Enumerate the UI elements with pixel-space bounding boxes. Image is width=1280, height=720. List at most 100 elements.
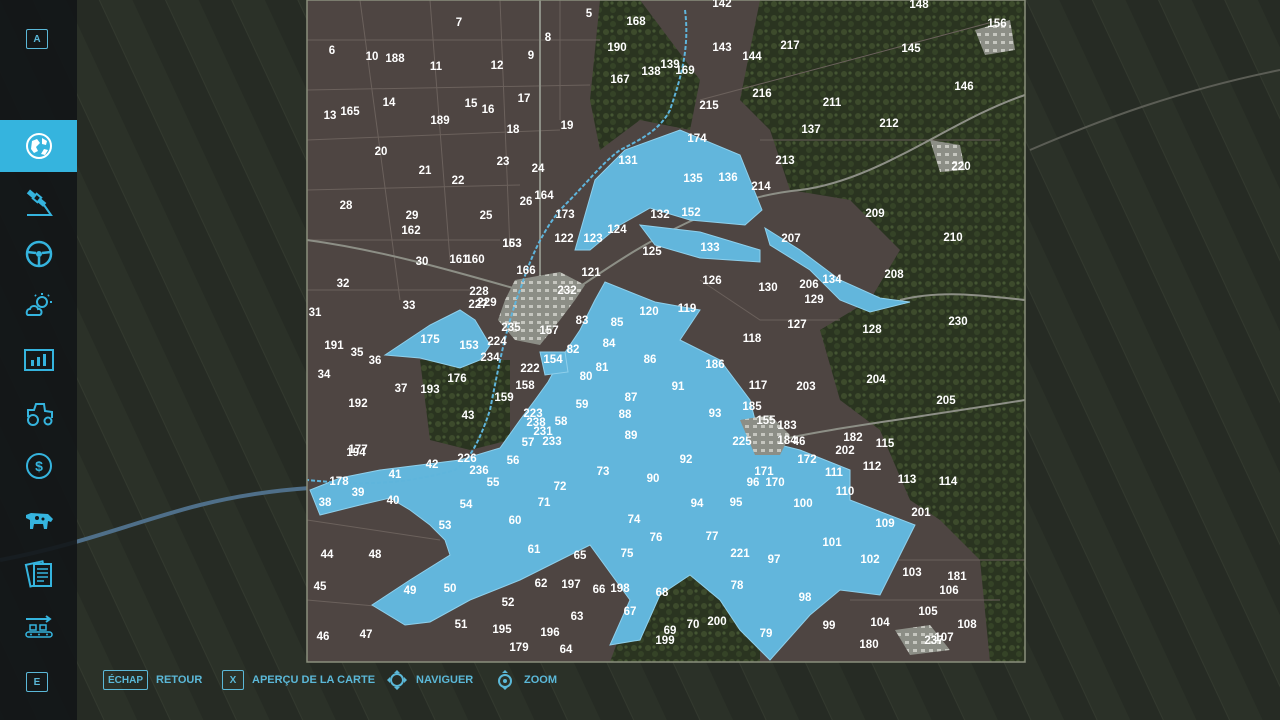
field-label-124: 124	[607, 224, 627, 236]
menu-vehicles[interactable]	[0, 228, 77, 280]
field-label-32: 32	[337, 278, 350, 290]
menu-map[interactable]	[0, 120, 77, 172]
field-label-31: 31	[309, 307, 322, 319]
escape-key-badge: ÉCHAP	[103, 670, 149, 690]
field-label-47: 47	[360, 629, 373, 641]
field-label-113: 113	[898, 474, 917, 486]
menu-finances[interactable]: $	[0, 440, 77, 492]
field-label-59: 59	[576, 399, 589, 411]
field-label-203: 203	[796, 381, 815, 393]
field-label-186: 186	[705, 359, 724, 371]
field-label-64: 64	[560, 644, 573, 656]
field-label-89: 89	[625, 430, 638, 442]
field-label-233: 233	[542, 436, 561, 448]
field-label-39: 39	[352, 487, 365, 499]
field-label-22: 22	[452, 175, 465, 187]
field-label-38: 38	[319, 497, 332, 509]
field-label-114: 114	[939, 476, 958, 488]
animals-icon	[25, 513, 53, 529]
field-label-212: 212	[879, 118, 898, 130]
satellite-icon	[26, 189, 53, 216]
field-label-225: 225	[732, 436, 752, 448]
field-label-185: 185	[742, 401, 762, 413]
field-label-127: 127	[787, 319, 806, 331]
field-label-98: 98	[799, 592, 812, 604]
field-label-166: 166	[516, 265, 535, 277]
field-label-18: 18	[507, 124, 520, 136]
field-label-26: 26	[520, 196, 533, 208]
field-label-7: 7	[456, 17, 462, 29]
field-label-137: 137	[801, 124, 820, 136]
menu-production[interactable]	[0, 602, 77, 654]
field-label-99: 99	[823, 620, 836, 632]
menu-contracts[interactable]	[0, 548, 77, 600]
field-label-103: 103	[902, 567, 921, 579]
map-overview-hint[interactable]: X APERÇU DE LA CARTE	[222, 668, 375, 692]
field-label-104: 104	[870, 617, 890, 629]
field-label-181: 181	[947, 571, 967, 583]
field-label-16: 16	[482, 104, 495, 116]
field-label-235: 235	[501, 322, 521, 334]
field-label-142: 142	[712, 0, 731, 10]
field-label-180: 180	[859, 639, 878, 651]
field-label-79: 79	[760, 628, 773, 640]
field-label-43: 43	[462, 410, 475, 422]
field-label-133: 133	[700, 242, 719, 254]
menu-animals[interactable]	[0, 494, 77, 546]
tractor-icon	[26, 403, 53, 426]
navigate-hint: NAVIGUER	[386, 668, 473, 692]
field-label-92: 92	[680, 454, 693, 466]
field-label-136: 136	[718, 172, 737, 184]
field-label-170: 170	[765, 477, 784, 489]
navigate-label: NAVIGUER	[416, 674, 474, 686]
field-label-71: 71	[538, 497, 551, 509]
field-label-12: 12	[491, 60, 504, 72]
field-label-100: 100	[793, 498, 812, 510]
field-label-174: 174	[687, 133, 707, 145]
field-label-110: 110	[836, 486, 855, 498]
field-label-211: 211	[823, 97, 842, 109]
field-label-14: 14	[383, 97, 396, 109]
field-label-159: 159	[494, 392, 513, 404]
field-label-61: 61	[528, 544, 541, 556]
field-label-78: 78	[731, 580, 744, 592]
field-label-173: 173	[555, 209, 574, 221]
field-label-213: 213	[775, 155, 794, 167]
field-label-192: 192	[348, 398, 367, 410]
field-label-191: 191	[324, 340, 344, 352]
menu-weather[interactable]	[0, 280, 77, 332]
field-label-131: 131	[618, 155, 638, 167]
field-label-17: 17	[518, 93, 531, 105]
field-label-88: 88	[619, 409, 632, 421]
field-label-30: 30	[416, 256, 429, 268]
back-hint[interactable]: ÉCHAP RETOUR	[103, 668, 202, 692]
contracts-icon	[24, 560, 52, 588]
field-label-77: 77	[706, 531, 719, 543]
menu-equipment[interactable]	[0, 388, 77, 440]
farm-map[interactable]: 75168142 14815686 10 18811 12919016713813916…	[0, 0, 1280, 720]
field-label-11: 11	[430, 61, 443, 73]
map-overview-label: APERÇU DE LA CARTE	[252, 674, 376, 686]
menu-statistics[interactable]	[0, 334, 77, 386]
field-label-105: 105	[918, 606, 938, 618]
steering-wheel-icon	[25, 240, 52, 268]
menu-satellite[interactable]	[0, 176, 77, 228]
field-label-220: 220	[951, 161, 970, 173]
field-label-97: 97	[768, 554, 781, 566]
field-label-86: 86	[644, 354, 657, 366]
field-label-167: 167	[610, 74, 629, 86]
field-label-195: 195	[492, 624, 512, 636]
x-key-badge: X	[222, 670, 244, 690]
field-label-56: 56	[507, 455, 520, 467]
field-label-83: 83	[576, 315, 589, 327]
field-label-120: 120	[639, 306, 658, 318]
field-label-178: 178	[329, 476, 349, 488]
field-label-15: 15	[465, 98, 478, 110]
field-label-222: 222	[520, 363, 539, 375]
field-label-72: 72	[554, 481, 567, 493]
money-icon: $	[25, 453, 52, 479]
field-label-198: 198	[610, 583, 630, 595]
field-label-224: 224	[487, 336, 507, 348]
field-label-221: 221	[730, 548, 750, 560]
field-label-200: 200	[707, 616, 726, 628]
